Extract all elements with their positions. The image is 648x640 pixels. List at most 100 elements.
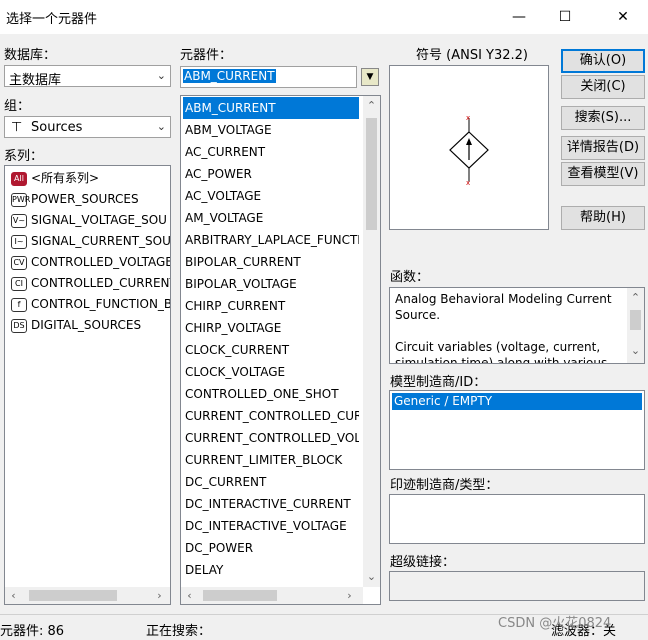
family-icon: PWR (11, 192, 30, 207)
filter-icon[interactable]: ▼ (361, 68, 379, 86)
family-item[interactable]: f CONTROL_FUNCTION_B (11, 293, 171, 315)
scroll-left-icon[interactable]: ‹ (181, 589, 198, 602)
component-item[interactable]: ARBITRARY_LAPLACE_FUNCTI (183, 229, 359, 251)
sources-group-icon: ⊤ (11, 120, 23, 135)
component-item[interactable]: CONTROLLED_ONE_SHOT (183, 383, 359, 405)
family-icon: I~ (11, 234, 27, 249)
family-item-label: CONTROL_FUNCTION_B (31, 297, 171, 311)
component-item[interactable]: ABM_CURRENT (183, 97, 359, 119)
group-select-value: Sources (31, 120, 83, 135)
component-item[interactable]: CURRENT_LIMITER_BLOCK (183, 449, 359, 471)
component-item[interactable]: CLOCK_CURRENT (183, 339, 359, 361)
family-item[interactable]: I~ SIGNAL_CURRENT_SOU (11, 230, 171, 252)
hyperlink-label: 超级链接： (390, 555, 456, 570)
component-item[interactable]: AC_CURRENT (183, 141, 359, 163)
current-source-symbol-icon: x x (449, 114, 489, 187)
family-hscrollbar[interactable]: ‹ › (5, 587, 170, 604)
family-icon: CI (11, 276, 27, 291)
function-label: 函数： (390, 270, 430, 285)
scroll-right-icon[interactable]: › (341, 589, 358, 602)
scroll-left-icon[interactable]: ‹ (5, 589, 22, 602)
family-item-label: DIGITAL_SOURCES (31, 318, 142, 332)
family-list[interactable]: All <所有系列> PWRPOWER_SOURCES V~ SIGNAL_VOLTAG… (4, 165, 171, 605)
model-manufacturer-label: 模型制造商/ID： (390, 375, 487, 390)
scroll-right-icon[interactable]: › (151, 589, 168, 602)
component-item[interactable]: AM_VOLTAGE (183, 207, 359, 229)
component-item[interactable]: BIPOLAR_CURRENT (183, 251, 359, 273)
search-button[interactable]: 搜索(S)... (561, 106, 645, 130)
family-item[interactable]: CI CONTROLLED_CURRENT (11, 272, 171, 294)
family-item-label: SIGNAL_CURRENT_SOU (31, 234, 171, 248)
family-item[interactable]: All <所有系列> (11, 167, 99, 189)
component-input-value: ABM_CURRENT (183, 69, 276, 83)
family-icon: f (11, 297, 27, 312)
family-label: 系列： (4, 149, 44, 164)
component-item[interactable]: CHIRP_VOLTAGE (183, 317, 359, 339)
component-item[interactable]: CHIRP_CURRENT (183, 295, 359, 317)
minimize-button[interactable]: — (496, 0, 542, 34)
help-button[interactable]: 帮助(H) (561, 206, 645, 230)
family-item-label: <所有系列> (31, 171, 100, 185)
group-select[interactable]: ⊤ Sources ⌄ (4, 116, 171, 138)
close-window-button[interactable]: ✕ (600, 0, 646, 34)
component-item[interactable]: AC_VOLTAGE (183, 185, 359, 207)
all-families-icon: All (11, 171, 27, 186)
view-model-button[interactable]: 查看模型(V) (561, 162, 645, 186)
family-icon: CV (11, 255, 27, 270)
component-item[interactable]: DELAY (183, 559, 359, 581)
component-item[interactable]: CLOCK_VOLTAGE (183, 361, 359, 383)
ok-button[interactable]: 确认(O) (561, 49, 645, 73)
family-item[interactable]: PWRPOWER_SOURCES (11, 188, 139, 210)
family-item[interactable]: DS DIGITAL_SOURCES (11, 314, 141, 336)
window-title: 选择一个元器件 (6, 12, 98, 27)
component-list[interactable]: ABM_CURRENT ABM_VOLTAGE AC_CURRENT AC_POWER… (180, 95, 381, 605)
scroll-up-icon[interactable]: ⌃ (627, 291, 644, 304)
model-manufacturer-item[interactable]: Generic / EMPTY (392, 393, 642, 410)
function-vscrollbar[interactable]: ⌃ ⌄ (627, 288, 644, 363)
scroll-up-icon[interactable]: ⌃ (363, 99, 380, 112)
detail-report-button[interactable]: 详情报告(D) (561, 136, 645, 160)
model-manufacturer-list[interactable]: Generic / EMPTY (389, 390, 645, 470)
select-component-dialog: 选择一个元器件 — ☐ ✕ 数据库： 主数据库 ⌄ 组： ⊤ Sources ⌄… (0, 0, 648, 640)
family-item-label: SIGNAL_VOLTAGE_SOU (31, 213, 167, 227)
family-hscroll-thumb[interactable] (29, 590, 117, 601)
component-item[interactable]: DC_POWER (183, 537, 359, 559)
component-vscroll-thumb[interactable] (366, 118, 377, 230)
database-select[interactable]: 主数据库 ⌄ (4, 65, 171, 88)
title-bar: 选择一个元器件 — ☐ ✕ (0, 0, 648, 34)
hyperlink-field[interactable] (389, 571, 645, 601)
footprint-manufacturer-list[interactable] (389, 494, 645, 544)
maximize-button[interactable]: ☐ (542, 0, 588, 34)
component-hscrollbar[interactable]: ‹ › (181, 587, 363, 604)
chevron-down-icon: ⌄ (156, 120, 166, 133)
close-button[interactable]: 关闭(C) (561, 75, 645, 99)
svg-text:x: x (466, 114, 470, 122)
component-item[interactable]: AC_POWER (183, 163, 359, 185)
search-status: 正在搜索： (146, 624, 212, 639)
function-textbox[interactable]: Analog Behavioral Modeling Current Sourc… (389, 287, 645, 364)
component-hscroll-thumb[interactable] (203, 590, 277, 601)
component-item[interactable]: ABM_VOLTAGE (183, 119, 359, 141)
function-text: Analog Behavioral Modeling Current Sourc… (395, 292, 612, 363)
component-count: 元器件: 86 (0, 624, 65, 639)
family-item-label: POWER_SOURCES (31, 192, 139, 206)
symbol-preview: x x (389, 65, 549, 230)
family-item-label: CONTROLLED_CURRENT (31, 276, 171, 290)
component-vscrollbar[interactable]: ⌃ ⌄ (363, 96, 380, 587)
scroll-down-icon[interactable]: ⌄ (363, 570, 380, 583)
scroll-down-icon[interactable]: ⌄ (627, 344, 644, 357)
component-item[interactable]: CURRENT_CONTROLLED_VOLT (183, 427, 359, 449)
function-vscroll-thumb[interactable] (630, 310, 641, 330)
component-item[interactable]: DC_CURRENT (183, 471, 359, 493)
family-item[interactable]: V~ SIGNAL_VOLTAGE_SOU (11, 209, 167, 231)
family-icon: DS (11, 318, 27, 333)
footprint-manufacturer-label: 印迹制造商/类型： (390, 478, 499, 493)
family-item[interactable]: CV CONTROLLED_VOLTAGE (11, 251, 170, 273)
component-item[interactable]: DC_INTERACTIVE_VOLTAGE (183, 515, 359, 537)
watermark: CSDN @火花0824 (498, 616, 612, 631)
component-input[interactable]: ABM_CURRENT (180, 66, 357, 88)
component-item[interactable]: CURRENT_CONTROLLED_CURR (183, 405, 359, 427)
component-item[interactable]: DC_INTERACTIVE_CURRENT (183, 493, 359, 515)
component-item[interactable]: BIPOLAR_VOLTAGE (183, 273, 359, 295)
database-label: 数据库： (4, 48, 57, 63)
